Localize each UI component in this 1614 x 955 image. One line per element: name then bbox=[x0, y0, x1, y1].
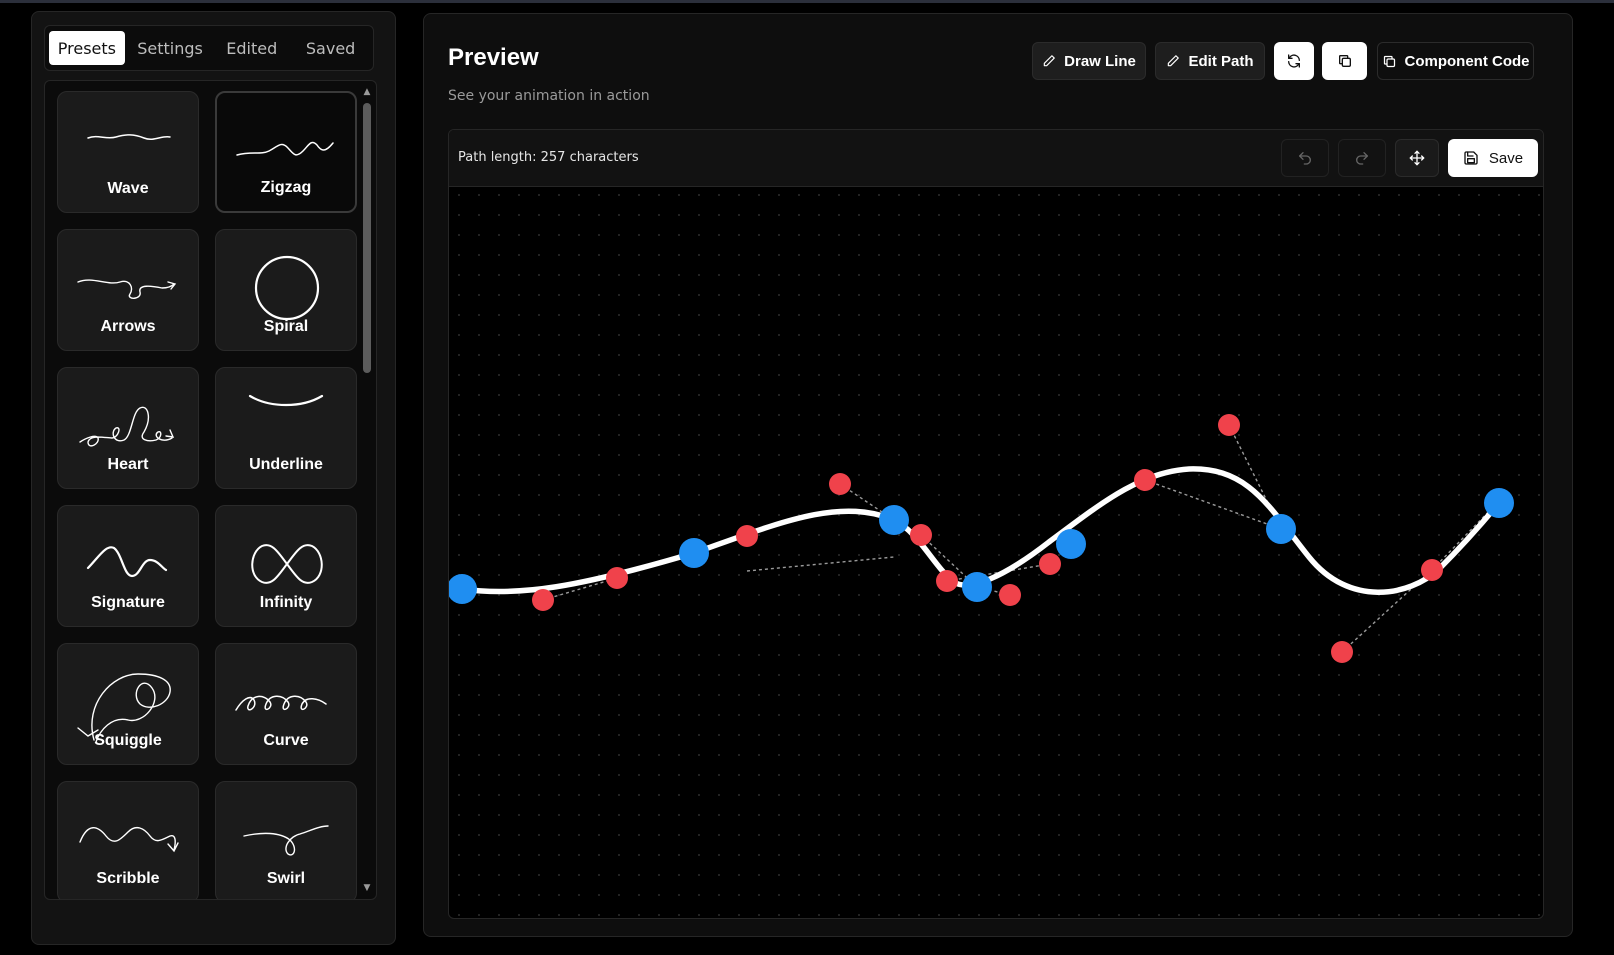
scroll-thumb[interactable] bbox=[363, 103, 371, 373]
preset-label: Wave bbox=[107, 180, 149, 197]
tab-presets[interactable]: Presets bbox=[49, 31, 125, 65]
editor-header: Path length: 257 characters Save bbox=[449, 130, 1543, 187]
preset-label: Swirl bbox=[266, 870, 306, 887]
preset-card-wave[interactable]: Wave bbox=[57, 91, 199, 213]
refresh-icon bbox=[1286, 53, 1302, 69]
preset-label: Signature bbox=[91, 594, 165, 611]
preset-card-signature[interactable]: Signature bbox=[57, 505, 199, 627]
refresh-button[interactable] bbox=[1274, 42, 1314, 80]
preset-card-scribble[interactable]: Scribble bbox=[57, 781, 199, 899]
scroll-down-arrow-icon[interactable]: ▼ bbox=[362, 883, 372, 893]
preset-label: Arrows bbox=[100, 318, 156, 335]
preset-label: Zigzag bbox=[260, 179, 312, 196]
presets-panel: Presets Settings Edited Saved Wave Zigza… bbox=[31, 11, 396, 945]
preset-label: Infinity bbox=[259, 594, 313, 611]
tab-edited[interactable]: Edited bbox=[215, 31, 288, 65]
tab-settings[interactable]: Settings bbox=[129, 31, 212, 65]
component-code-label: Component Code bbox=[1404, 52, 1530, 70]
copy-icon bbox=[1382, 54, 1397, 69]
sidebar-tabs: Presets Settings Edited Saved bbox=[44, 25, 374, 71]
preset-label: Curve bbox=[263, 732, 309, 749]
preset-card-zigzag[interactable]: Zigzag bbox=[215, 91, 357, 213]
preset-card-arrows[interactable]: Arrows bbox=[57, 229, 199, 351]
draw-line-button[interactable]: Draw Line bbox=[1032, 42, 1146, 80]
save-icon bbox=[1463, 150, 1479, 166]
dot-grid bbox=[449, 187, 1543, 918]
preset-card-spiral[interactable]: Spiral bbox=[215, 229, 357, 351]
preset-label: Heart bbox=[107, 456, 149, 473]
preset-label: Scribble bbox=[96, 870, 160, 887]
preset-list: Wave Zigzag Arrows Spiral Heart Underlin… bbox=[44, 80, 377, 900]
edit-path-button[interactable]: Edit Path bbox=[1155, 42, 1265, 80]
page-subtitle: See your animation in action bbox=[448, 88, 650, 104]
redo-icon bbox=[1354, 150, 1370, 166]
preview-panel: Preview See your animation in action Dra… bbox=[423, 13, 1573, 937]
copy-button[interactable] bbox=[1322, 42, 1367, 80]
edit-path-label: Edit Path bbox=[1188, 52, 1254, 70]
move-button[interactable] bbox=[1395, 139, 1439, 177]
copy-icon bbox=[1337, 53, 1353, 69]
component-code-button[interactable]: Component Code bbox=[1377, 42, 1534, 80]
preset-card-heart[interactable]: Heart bbox=[57, 367, 199, 489]
preset-label: Spiral bbox=[263, 318, 309, 335]
drawing-canvas[interactable] bbox=[449, 187, 1544, 919]
preset-scrollbar[interactable]: ▲ ▼ bbox=[360, 85, 374, 893]
preset-card-squiggle[interactable]: Squiggle bbox=[57, 643, 199, 765]
pencil-icon bbox=[1042, 54, 1056, 68]
path-editor: Path length: 257 characters Save bbox=[448, 129, 1544, 919]
redo-button[interactable] bbox=[1338, 139, 1386, 177]
tab-saved[interactable]: Saved bbox=[292, 31, 369, 65]
path-canvas-svg[interactable] bbox=[449, 187, 1544, 919]
preset-label: Underline bbox=[249, 456, 323, 473]
scroll-up-arrow-icon[interactable]: ▲ bbox=[362, 87, 372, 97]
undo-icon bbox=[1297, 150, 1313, 166]
page-title: Preview bbox=[448, 44, 539, 71]
preset-grid: Wave Zigzag Arrows Spiral Heart Underlin… bbox=[57, 91, 357, 899]
move-icon bbox=[1409, 150, 1425, 166]
save-button[interactable]: Save bbox=[1448, 139, 1538, 177]
preset-card-infinity[interactable]: Infinity bbox=[215, 505, 357, 627]
pencil-icon bbox=[1166, 54, 1180, 68]
window-top-border bbox=[0, 0, 1614, 3]
preset-card-swirl[interactable]: Swirl bbox=[215, 781, 357, 899]
preset-label: Squiggle bbox=[94, 732, 162, 749]
path-length-status: Path length: 257 characters bbox=[458, 150, 639, 165]
draw-line-label: Draw Line bbox=[1064, 52, 1136, 70]
preset-card-underline[interactable]: Underline bbox=[215, 367, 357, 489]
save-label: Save bbox=[1488, 149, 1524, 167]
undo-button[interactable] bbox=[1281, 139, 1329, 177]
preset-card-curve[interactable]: Curve bbox=[215, 643, 357, 765]
